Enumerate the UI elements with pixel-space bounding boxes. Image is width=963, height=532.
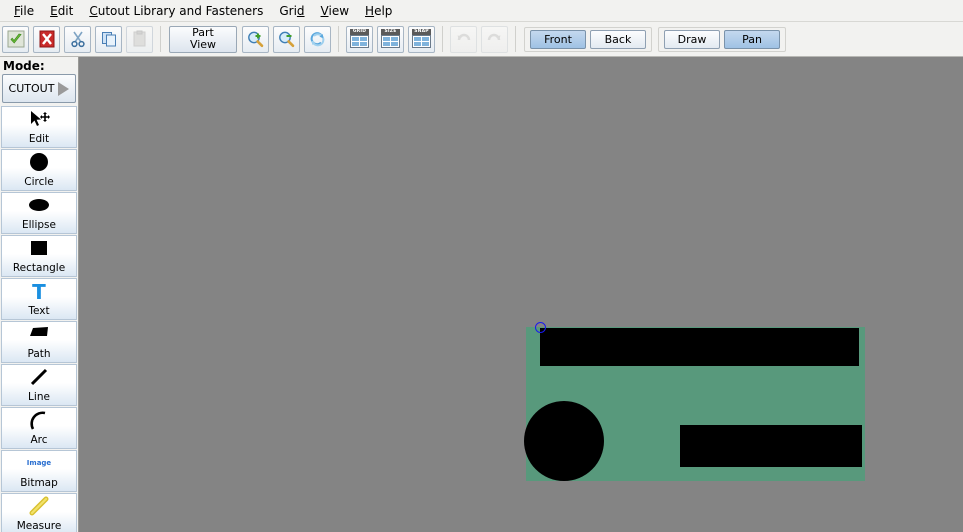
toolbar-separator (338, 26, 339, 52)
mode-draw-button[interactable]: Draw (664, 29, 720, 49)
tool-circle[interactable]: Circle (1, 149, 77, 191)
zoom-out-button[interactable] (273, 25, 300, 53)
ellipse-icon (2, 193, 76, 219)
tool-measure[interactable]: Measure (1, 493, 77, 532)
part-view-line2: View (189, 38, 217, 51)
green-check-icon (7, 30, 24, 48)
tool-label: Line (28, 391, 50, 403)
tool-sidebar: Mode: CUTOUT Edit Circle Ellipse Rectangle T… (0, 57, 79, 532)
toolbar: Part View GRID SIZE SNAP Front Back Draw… (0, 22, 963, 57)
side-front-button[interactable]: Front (530, 29, 586, 49)
cutout-rect-bottom[interactable] (680, 425, 862, 467)
triangle-right-icon (58, 81, 70, 96)
menu-item-file[interactable]: File (6, 2, 42, 20)
tool-edit[interactable]: Edit (1, 106, 77, 148)
menu-item-view[interactable]: View (313, 2, 357, 20)
red-x-icon (39, 30, 54, 48)
accept-button[interactable] (2, 25, 29, 53)
mode-value: CUTOUT (8, 82, 55, 95)
mode-cutout-button[interactable]: CUTOUT (2, 74, 76, 103)
tool-bitmap[interactable]: Image Bitmap (1, 450, 77, 492)
size-button[interactable]: SIZE (377, 25, 404, 53)
tool-line[interactable]: Line (1, 364, 77, 406)
rectangle-icon (2, 236, 76, 262)
menu-item-grid[interactable]: Grid (271, 2, 312, 20)
side-toggle-group: Front Back (524, 26, 652, 52)
measure-ruler-icon (2, 494, 76, 520)
tool-list: Edit Circle Ellipse Rectangle T Text Path Line A… (0, 106, 78, 532)
tool-ellipse[interactable]: Ellipse (1, 192, 77, 234)
cursor-move-icon (2, 107, 76, 133)
magnifier-plus-icon (248, 31, 264, 47)
drawing-canvas[interactable] (79, 57, 963, 532)
text-t-icon: T (2, 279, 76, 305)
cancel-button[interactable] (33, 25, 60, 53)
menu-item-edit[interactable]: Edit (42, 2, 81, 20)
path-polygon-icon (2, 322, 76, 348)
refresh-icon (310, 31, 325, 46)
tool-path[interactable]: Path (1, 321, 77, 363)
tool-label: Arc (30, 434, 48, 446)
menu-item-cutout[interactable]: Cutout Library and Fasteners (81, 2, 271, 20)
cutout-circle[interactable] (524, 401, 604, 481)
part-view-button[interactable]: Part View (169, 25, 237, 53)
tool-label: Circle (24, 176, 54, 188)
tool-label: Bitmap (20, 477, 58, 489)
paste-icon (133, 30, 145, 47)
snap-button[interactable]: SNAP (408, 25, 435, 53)
mode-toggle-group: Draw Pan (658, 26, 786, 52)
tool-label: Rectangle (12, 262, 66, 274)
svg-text:T: T (32, 280, 46, 304)
mode-label: Mode: (0, 57, 78, 73)
redo-arrow-icon (487, 33, 501, 40)
tool-label: Text (28, 305, 50, 317)
tool-rectangle[interactable]: Rectangle (1, 235, 77, 277)
grid-button[interactable]: GRID (346, 25, 373, 53)
menu-item-help[interactable]: Help (357, 2, 400, 20)
cut-button[interactable] (64, 25, 91, 53)
toolbar-separator (160, 26, 161, 52)
copy-button[interactable] (95, 25, 122, 53)
refresh-button[interactable] (304, 25, 331, 53)
paste-button (126, 25, 153, 53)
tool-label: Edit (28, 133, 50, 145)
bitmap-image-icon: Image (2, 451, 76, 477)
redo-button (481, 25, 508, 53)
zoom-in-button[interactable] (242, 25, 269, 53)
size-icon: SIZE (381, 28, 400, 50)
menu-bar: File Edit Cutout Library and Fasteners Grid… (0, 0, 963, 22)
toolbar-separator (515, 26, 516, 52)
mode-pan-button[interactable]: Pan (724, 29, 780, 49)
tool-label: Ellipse (22, 219, 56, 231)
line-icon (2, 365, 76, 391)
side-back-button[interactable]: Back (590, 29, 646, 49)
tool-arc[interactable]: Arc (1, 407, 77, 449)
undo-arrow-icon (457, 33, 471, 40)
tool-label: Measure (16, 520, 62, 532)
undo-button (450, 25, 477, 53)
arc-icon (2, 408, 76, 434)
tool-text[interactable]: T Text (1, 278, 77, 320)
svg-text:Image: Image (27, 459, 52, 467)
snap-icon: SNAP (412, 28, 431, 50)
circle-icon (2, 150, 76, 176)
panel-corner-handle[interactable] (535, 322, 546, 333)
toolbar-separator (442, 26, 443, 52)
magnifier-minus-icon (279, 31, 295, 47)
application-window: File Edit Cutout Library and Fasteners Grid… (0, 0, 963, 532)
scissors-icon (70, 31, 85, 48)
copy-icon (101, 32, 116, 47)
tool-label: Path (27, 348, 51, 360)
grid-icon: GRID (350, 28, 369, 50)
cutout-rect-top[interactable] (540, 328, 859, 366)
